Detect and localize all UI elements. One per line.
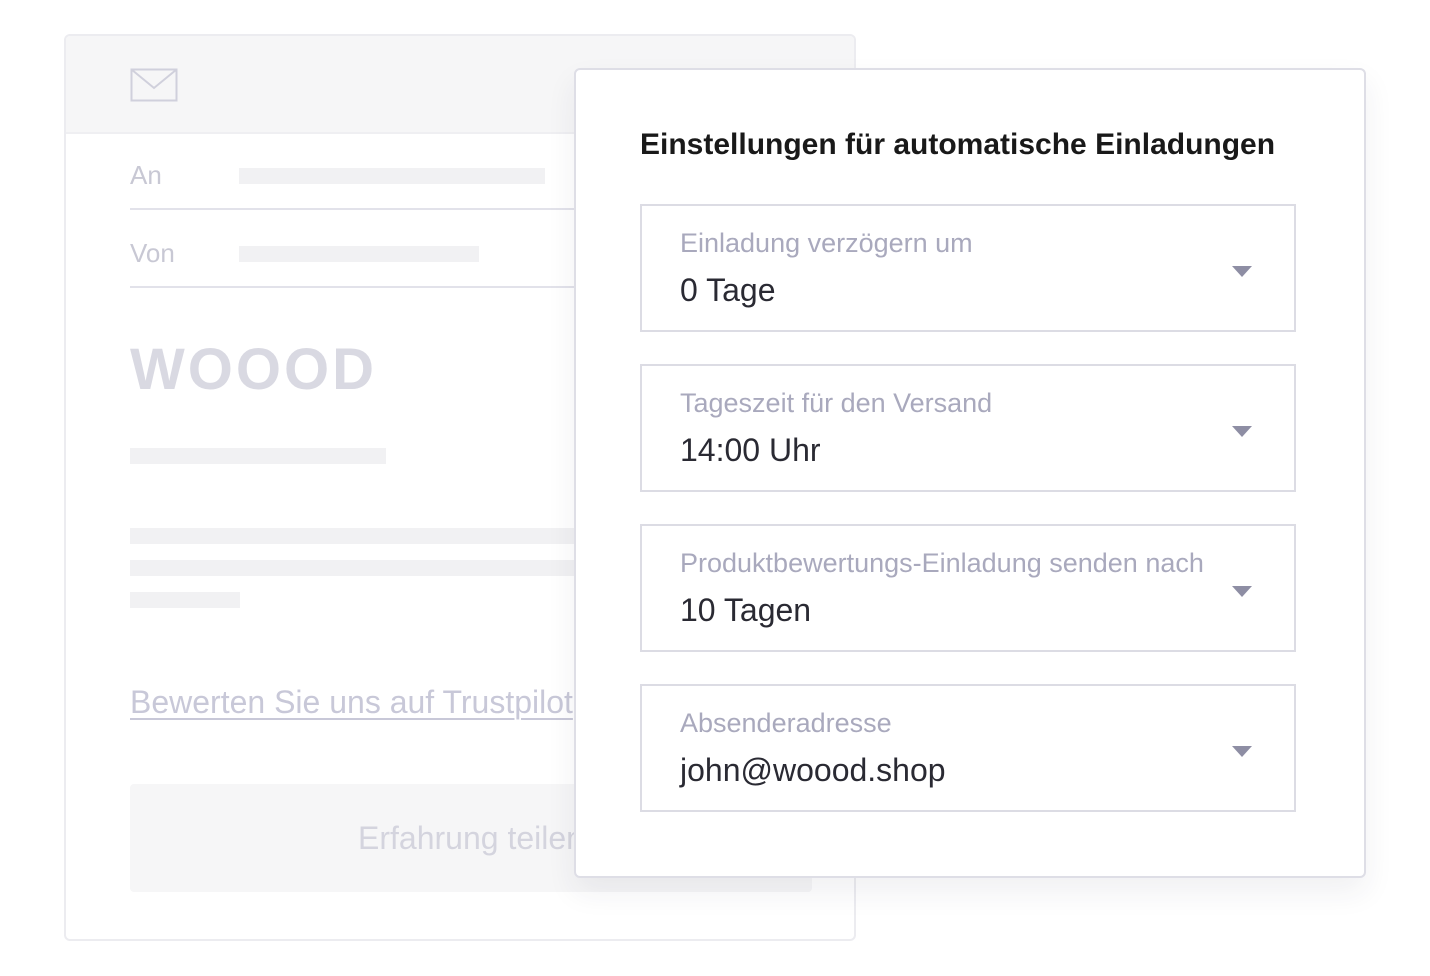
to-placeholder: [239, 168, 545, 184]
chevron-down-icon: [1232, 266, 1252, 277]
chevron-down-icon: [1232, 426, 1252, 437]
field-value: 10 Tagen: [680, 592, 812, 628]
sender-address-select[interactable]: Absenderadresse john@woood.shop: [640, 684, 1296, 812]
woood-logo: WOOOD: [130, 340, 377, 396]
body-line-2: [130, 560, 650, 576]
product-review-delay-select[interactable]: Produktbewertungs-Einladung senden nach …: [640, 524, 1296, 652]
field-label: Absenderadresse: [680, 708, 892, 738]
chevron-down-icon: [1232, 746, 1252, 757]
stage: An Von WOOOD Bewerten Sie uns auf Trustp…: [0, 0, 1430, 976]
send-time-select[interactable]: Tageszeit für den Versand 14:00 Uhr: [640, 364, 1296, 492]
delay-invitation-select[interactable]: Einladung verzögern um 0 Tage: [640, 204, 1296, 332]
body-line-3: [130, 592, 240, 608]
from-placeholder: [239, 246, 479, 262]
headline-placeholder: [130, 448, 386, 464]
field-label: Produktbewertungs-Einladung senden nach: [680, 548, 1204, 578]
chevron-down-icon: [1232, 586, 1252, 597]
panel-title: Einstellungen für automatische Einladung…: [640, 128, 1276, 161]
field-value: john@woood.shop: [680, 752, 946, 788]
from-label: Von: [130, 238, 175, 268]
logo-text: WOOOD: [130, 340, 377, 396]
field-label: Einladung verzögern um: [680, 228, 973, 258]
envelope-icon: [130, 68, 178, 102]
body-line-1: [130, 528, 650, 544]
field-label: Tageszeit für den Versand: [680, 388, 993, 418]
to-label: An: [130, 160, 162, 190]
trustpilot-link[interactable]: Bewerten Sie uns auf Trustpilot: [130, 684, 573, 721]
field-value: 14:00 Uhr: [680, 432, 821, 468]
invitation-settings-panel: Einstellungen für automatische Einladung…: [574, 68, 1366, 878]
field-value: 0 Tage: [680, 272, 776, 308]
